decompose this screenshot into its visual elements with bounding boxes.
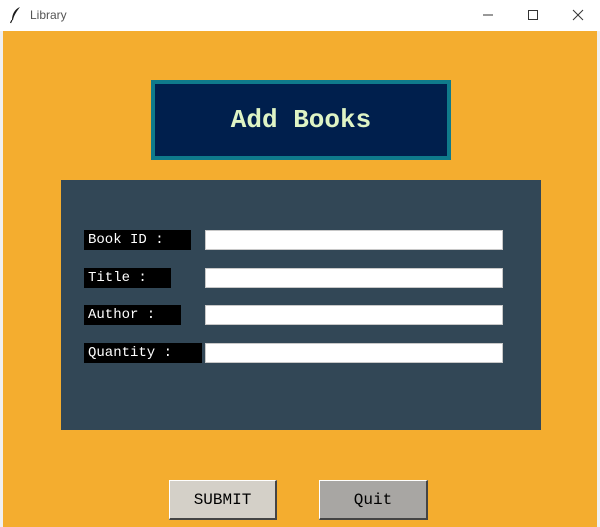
title-label: Title : [84,268,171,288]
feather-icon [9,7,20,24]
header-frame: Add Books [151,80,451,160]
quantity-input[interactable] [205,343,503,363]
book-id-input[interactable] [205,230,503,250]
author-label: Author : [84,305,181,325]
close-icon [572,9,584,21]
header-panel: Add Books [155,84,447,156]
maximize-icon [528,10,538,20]
maximize-button[interactable] [510,0,556,30]
title-input[interactable] [205,268,503,288]
close-button[interactable] [555,0,600,30]
quit-button[interactable]: Quit [319,480,428,520]
main-canvas: Add Books Book ID : Title : Author : Qua… [3,31,597,527]
minimize-icon [483,14,493,16]
quantity-label: Quantity : [84,343,202,363]
author-input[interactable] [205,305,503,325]
page-title: Add Books [230,105,372,135]
title-bar: Library [0,0,600,30]
submit-button[interactable]: SUBMIT [169,480,277,520]
minimize-button[interactable] [465,0,511,30]
window-title: Library [30,8,67,22]
book-id-label: Book ID : [84,230,191,250]
form-panel: Book ID : Title : Author : Quantity : [61,180,541,430]
